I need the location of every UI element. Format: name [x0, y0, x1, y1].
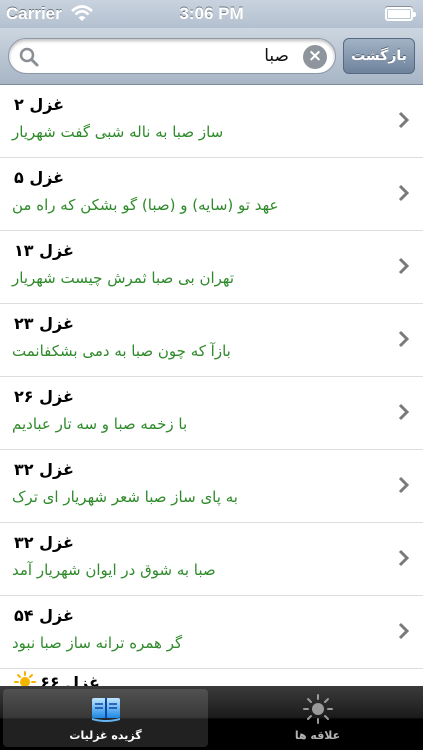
clear-search-icon[interactable]: ×: [303, 45, 327, 69]
poem-excerpt: به پای ساز صبا شعر شهریار ای ترک: [12, 488, 238, 506]
poem-excerpt: صبا به شوق در ایوان شهریار آمد: [12, 561, 216, 579]
tab-favorites[interactable]: علاقه ها: [215, 689, 420, 747]
chevron-right-icon: [398, 403, 410, 421]
chevron-right-icon: [398, 476, 410, 494]
chevron-right-icon: [398, 184, 410, 202]
poem-title: غزل ۱۳: [14, 241, 74, 260]
list-item[interactable]: غزل ۵ عهد تو (سایه) و (صبا) گو بشکن که را…: [0, 158, 423, 231]
poem-title: غزل ۳۲: [14, 533, 74, 552]
list-item[interactable]: غزل ۳۲ به پای ساز صبا شعر شهریار ای ترک: [0, 450, 423, 523]
chevron-right-icon: [398, 549, 410, 567]
clock: 3:06 PM: [179, 4, 244, 23]
tab-label: علاقه ها: [294, 729, 341, 742]
list-item[interactable]: غزل ۲۳ بازآ که چون صبا به دمی بشکفانمت: [0, 304, 423, 377]
search-input[interactable]: صبا ×: [8, 38, 336, 74]
search-query-text[interactable]: صبا: [264, 46, 289, 66]
status-bar: Carrier 3:06 PM: [0, 0, 423, 28]
poem-excerpt: بازآ که چون صبا به دمی بشکفانمت: [12, 342, 231, 360]
battery-icon: [385, 7, 416, 21]
favorite-sun-icon: [14, 671, 36, 686]
list-item[interactable]: غزل ۵۴ گر همره ترانه ساز صبا نبود: [0, 596, 423, 669]
poem-title: غزل ۳۲: [14, 460, 74, 479]
search-bar: صبا × بازگشت: [0, 28, 423, 85]
poem-excerpt: ساز صبا به ناله شبی گفت شهریار: [12, 123, 224, 141]
back-button[interactable]: بازگشت: [343, 38, 415, 74]
book-icon: [92, 698, 120, 722]
poem-excerpt: تهران بی صبا ثمرش چیست شهریار: [12, 269, 234, 287]
list-item[interactable]: غزل ۱۳ تهران بی صبا ثمرش چیست شهریار: [0, 231, 423, 304]
list-item[interactable]: غزل ۳۲ صبا به شوق در ایوان شهریار آمد: [0, 523, 423, 596]
poem-title: غزل ۲۳: [14, 314, 74, 333]
list-item[interactable]: غزل ۶۶: [0, 669, 423, 686]
poem-title: غزل ۶۶: [40, 673, 100, 686]
sun-icon: [303, 694, 333, 724]
list-item[interactable]: غزل ۲ ساز صبا به ناله شبی گفت شهریار: [0, 85, 423, 158]
poem-title: غزل ۵: [14, 168, 65, 187]
poem-title: غزل ۵۴: [14, 606, 74, 625]
chevron-right-icon: [398, 111, 410, 129]
chevron-right-icon: [398, 257, 410, 275]
poem-excerpt: با زخمه صبا و سه تار عبادیم: [12, 415, 188, 433]
poem-title: غزل ۲۶: [14, 387, 74, 406]
poem-excerpt: عهد تو (سایه) و (صبا) گو بشکن که راه من: [12, 196, 279, 214]
chevron-right-icon: [398, 622, 410, 640]
search-icon: [19, 47, 39, 67]
chevron-right-icon: [398, 330, 410, 348]
poem-title: غزل ۲: [14, 95, 65, 114]
poem-excerpt: گر همره ترانه ساز صبا نبود: [12, 634, 183, 652]
tab-label: گزیده غزلیات: [69, 729, 142, 742]
tab-bar: گزیده غزلیات علاقه ها: [0, 686, 423, 750]
list-item[interactable]: غزل ۲۶ با زخمه صبا و سه تار عبادیم: [0, 377, 423, 450]
results-list: غزل ۲ ساز صبا به ناله شبی گفت شهریار غزل ۵…: [0, 85, 423, 686]
tab-selected-ghazals[interactable]: گزیده غزلیات: [3, 689, 208, 747]
